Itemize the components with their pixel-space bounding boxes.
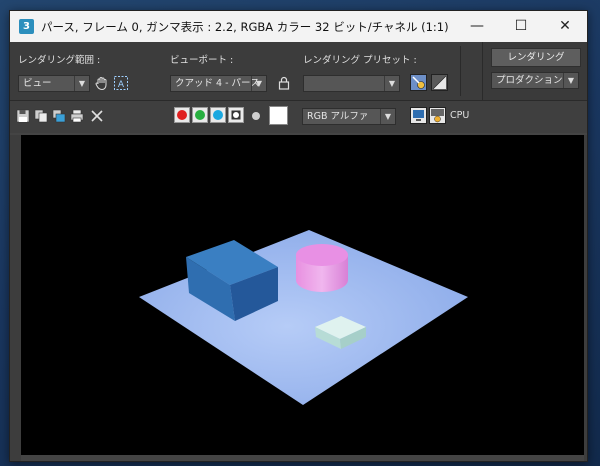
divider — [460, 46, 461, 96]
alpha-channel-toggle[interactable] — [228, 107, 244, 123]
render-mode-value: プロダクション — [496, 75, 563, 86]
minimize-button[interactable]: — — [455, 11, 499, 42]
render-area-value: ビュー — [23, 78, 52, 89]
left-frame-edge — [10, 135, 21, 461]
cpu-toggle-icon[interactable] — [410, 107, 427, 124]
rendered-scene — [139, 230, 468, 405]
preset-label: レンダリング プリセット : — [303, 55, 417, 66]
copy-icon[interactable] — [34, 109, 48, 123]
channel-display-value: RGB アルファ — [307, 111, 369, 122]
auto-region-icon[interactable]: A — [113, 75, 129, 91]
render-area-dropdown[interactable]: ビュー ▼ — [18, 75, 90, 92]
blue-channel-toggle[interactable] — [210, 107, 226, 123]
maximize-button[interactable]: ☐ — [499, 11, 543, 42]
viewport-dropdown[interactable]: クアッド 4 - パース ▼ — [170, 75, 267, 92]
render-output-icon[interactable] — [429, 107, 446, 124]
print-icon[interactable] — [70, 109, 84, 123]
chevron-down-icon: ▼ — [251, 76, 266, 91]
chevron-down-icon: ▼ — [380, 109, 395, 124]
render-setup-icon[interactable] — [410, 74, 427, 91]
right-frame-edge — [584, 135, 587, 461]
viewport-label: ビューポート : — [170, 55, 234, 66]
green-channel-toggle[interactable] — [192, 107, 208, 123]
pink-cylinder — [296, 244, 348, 292]
app-icon: 3 — [19, 19, 34, 34]
preset-dropdown[interactable]: ▼ — [303, 75, 400, 92]
clear-icon[interactable] — [90, 109, 104, 123]
chevron-down-icon: ▼ — [384, 76, 399, 91]
title-bar: 3 パース, フレーム 0, ガンマ表示 : 2.2, RGBA カラー 32 … — [10, 11, 587, 42]
blue-channel-icon — [213, 110, 223, 120]
mono-icon[interactable] — [250, 110, 262, 122]
pan-hand-icon[interactable] — [94, 75, 110, 91]
chevron-down-icon: ▼ — [563, 73, 578, 88]
viewport-value: クアッド 4 - パース — [175, 78, 260, 89]
red-channel-icon — [177, 110, 187, 120]
render-frame-window: 3 パース, フレーム 0, ガンマ表示 : 2.2, RGBA カラー 32 … — [9, 10, 588, 462]
env-settings-icon[interactable] — [431, 74, 448, 91]
display-toolbar: RGB アルファ ▼ CPU — [10, 101, 587, 133]
svg-text:A: A — [118, 80, 125, 90]
render-panel: レンダリング プロダクション ▼ — [482, 42, 587, 100]
green-channel-icon — [195, 110, 205, 120]
render-mode-dropdown[interactable]: プロダクション ▼ — [491, 72, 579, 89]
save-icon[interactable] — [16, 109, 30, 123]
chevron-down-icon: ▼ — [74, 76, 89, 91]
clone-icon[interactable] — [52, 109, 66, 123]
lock-icon[interactable] — [276, 75, 292, 91]
close-button[interactable]: ✕ — [543, 11, 587, 42]
render-area-label: レンダリング範囲 : — [18, 55, 101, 66]
render-button[interactable]: レンダリング — [491, 48, 581, 67]
channel-display-dropdown[interactable]: RGB アルファ ▼ — [302, 108, 396, 125]
render-viewport[interactable] — [21, 135, 584, 455]
window-title: パース, フレーム 0, ガンマ表示 : 2.2, RGBA カラー 32 ビッ… — [41, 20, 449, 34]
red-channel-toggle[interactable] — [174, 107, 190, 123]
swatch-icon[interactable] — [269, 106, 288, 125]
alpha-channel-icon — [231, 110, 241, 120]
cpu-label: CPU — [450, 110, 470, 121]
